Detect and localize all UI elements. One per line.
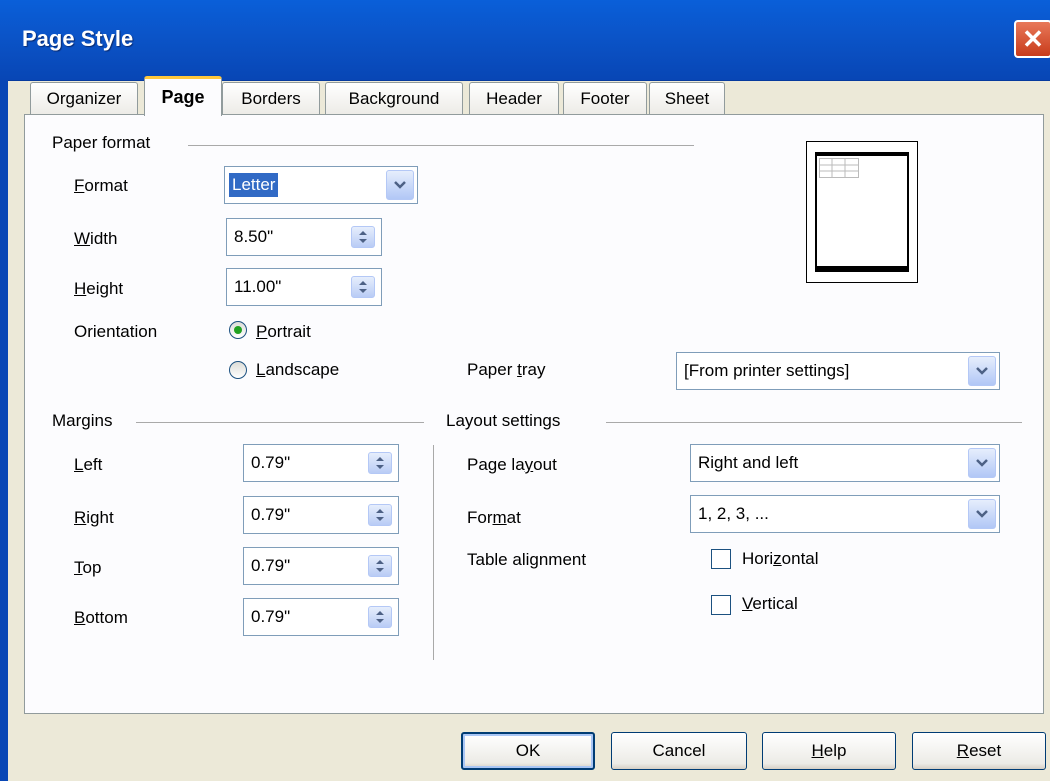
page-layout-select[interactable]: Right and left — [690, 444, 1000, 482]
paper-tray-value: [From printer settings] — [684, 361, 850, 380]
dropdown-button[interactable] — [386, 170, 414, 200]
landscape-radio[interactable] — [229, 361, 247, 379]
dropdown-button[interactable] — [968, 499, 996, 529]
format-selected-value: Letter — [227, 172, 280, 198]
close-button[interactable]: ✕ — [1014, 20, 1050, 58]
format-label: Format — [74, 176, 128, 195]
spin-arrows-icon — [376, 560, 384, 572]
page-preview — [806, 141, 918, 283]
height-value: 11.00" — [234, 277, 282, 296]
horizontal-label: Horizontal — [742, 549, 819, 568]
spin-buttons[interactable] — [368, 606, 392, 628]
numbering-format-label: Format — [467, 508, 521, 527]
dropdown-button[interactable] — [968, 356, 996, 386]
spin-arrows-icon — [376, 457, 384, 469]
tab-page[interactable]: Page — [144, 76, 222, 116]
spin-buttons[interactable] — [368, 555, 392, 577]
top-margin-value: 0.79" — [251, 556, 291, 575]
horizontal-checkbox[interactable] — [711, 549, 731, 569]
paper-tray-select[interactable]: [From printer settings] — [676, 352, 1000, 390]
vertical-checkbox[interactable] — [711, 595, 731, 615]
bottom-margin-label: Bottom — [74, 608, 128, 627]
spin-arrows-icon — [359, 281, 367, 293]
orientation-label: Orientation — [74, 322, 158, 341]
spin-buttons[interactable] — [351, 276, 375, 298]
tab-sheet[interactable]: Sheet — [649, 82, 725, 115]
section-divider-vertical — [433, 445, 434, 660]
spin-arrows-icon — [376, 509, 384, 521]
tab-organizer[interactable]: Organizer — [30, 82, 138, 115]
tab-footer[interactable]: Footer — [563, 82, 647, 115]
left-margin-spinbox[interactable]: 0.79" — [243, 444, 399, 482]
top-margin-spinbox[interactable]: 0.79" — [243, 547, 399, 585]
tab-borders[interactable]: Borders — [222, 82, 320, 115]
height-label: Height — [74, 279, 124, 298]
width-value: 8.50" — [234, 227, 274, 246]
section-divider — [606, 422, 1022, 423]
width-spinbox[interactable]: 8.50" — [226, 218, 382, 256]
bottom-margin-spinbox[interactable]: 0.79" — [243, 598, 399, 636]
bottom-margin-value: 0.79" — [251, 607, 291, 626]
paper-tray-label: Paper tray — [467, 360, 546, 379]
right-margin-value: 0.79" — [251, 505, 291, 524]
tab-header[interactable]: Header — [469, 82, 559, 115]
table-alignment-label: Table alignment — [467, 550, 587, 569]
spin-arrows-icon — [376, 611, 384, 623]
layout-settings-heading: Layout settings — [446, 411, 561, 430]
numbering-format-select[interactable]: 1, 2, 3, ... — [690, 495, 1000, 533]
reset-button[interactable]: Reset — [912, 732, 1046, 770]
chevron-down-icon — [976, 367, 988, 375]
chevron-down-icon — [394, 181, 406, 189]
margins-heading: Margins — [52, 411, 113, 430]
spin-buttons[interactable] — [368, 504, 392, 526]
height-spinbox[interactable]: 11.00" — [226, 268, 382, 306]
cancel-button[interactable]: Cancel — [611, 732, 747, 770]
left-margin-label: Left — [74, 455, 103, 474]
tab-background[interactable]: Background — [325, 82, 463, 115]
dropdown-button[interactable] — [968, 448, 996, 478]
spin-arrows-icon — [359, 231, 367, 243]
page-layout-value: Right and left — [698, 453, 799, 472]
page-layout-label: Page layout — [467, 455, 557, 474]
title-bar[interactable] — [0, 0, 1050, 81]
section-divider — [188, 145, 694, 146]
preview-table-icon — [819, 158, 859, 178]
portrait-radio[interactable] — [229, 321, 247, 339]
spin-buttons[interactable] — [351, 226, 375, 248]
chevron-down-icon — [976, 459, 988, 467]
window-title: Page Style — [22, 26, 134, 51]
left-margin-value: 0.79" — [251, 453, 291, 472]
right-margin-spinbox[interactable]: 0.79" — [243, 496, 399, 534]
close-icon: ✕ — [1022, 23, 1044, 54]
numbering-format-value: 1, 2, 3, ... — [698, 504, 769, 523]
chevron-down-icon — [976, 510, 988, 518]
landscape-label: Landscape — [256, 360, 340, 379]
top-margin-label: Top — [74, 558, 102, 577]
section-divider — [136, 422, 424, 423]
paper-format-heading: Paper format — [52, 133, 151, 152]
window-border — [0, 80, 8, 781]
portrait-label: Portrait — [256, 322, 311, 341]
ok-button[interactable]: OK — [461, 732, 595, 770]
right-margin-label: Right — [74, 508, 114, 527]
paper-format-select[interactable]: Letter — [224, 166, 418, 204]
width-label: Width — [74, 229, 118, 248]
spin-buttons[interactable] — [368, 452, 392, 474]
help-button[interactable]: Help — [762, 732, 896, 770]
radio-selected-dot — [234, 326, 242, 334]
vertical-label: Vertical — [742, 594, 798, 613]
